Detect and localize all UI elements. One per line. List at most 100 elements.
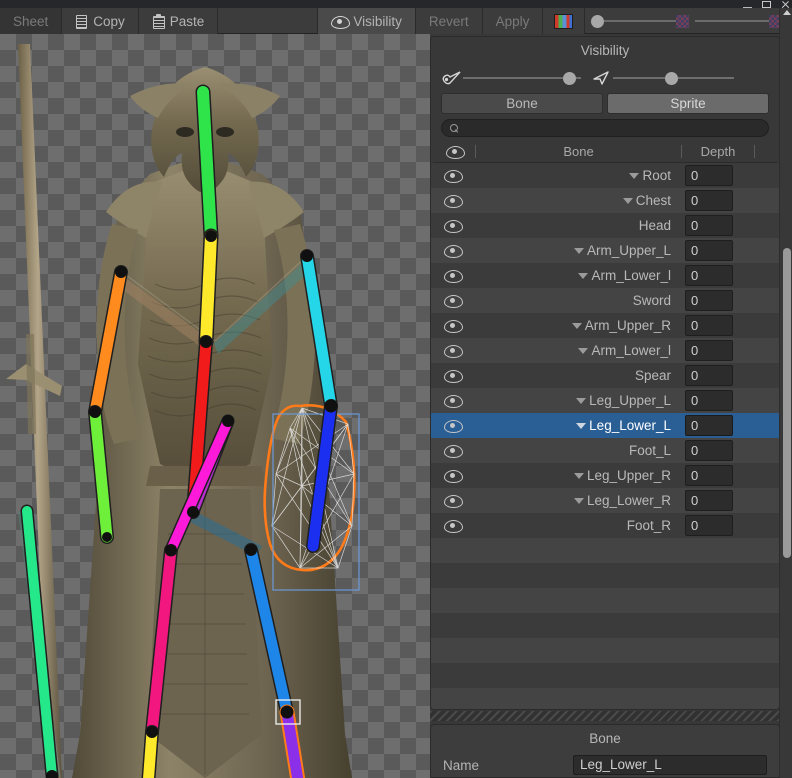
expand-caret-icon[interactable] bbox=[574, 472, 584, 479]
row-depth-cell[interactable]: 0 bbox=[683, 340, 755, 361]
bone-opacity-knob[interactable] bbox=[563, 71, 576, 85]
depth-input[interactable]: 0 bbox=[685, 465, 733, 486]
paste-button[interactable]: Paste bbox=[138, 8, 219, 34]
row-depth-cell[interactable]: 0 bbox=[683, 190, 755, 211]
depth-input[interactable]: 0 bbox=[685, 165, 733, 186]
scroll-up-icon[interactable] bbox=[783, 10, 791, 15]
depth-input[interactable]: 0 bbox=[685, 215, 733, 236]
expand-caret-icon[interactable] bbox=[572, 322, 582, 329]
depth-input[interactable]: 0 bbox=[685, 265, 733, 286]
row-visibility-toggle[interactable] bbox=[431, 320, 473, 333]
row-depth-cell[interactable]: 0 bbox=[683, 290, 755, 311]
row-visibility-toggle[interactable] bbox=[431, 470, 473, 483]
row-bone-name-cell[interactable]: Leg_Upper_R bbox=[473, 463, 683, 488]
row-visibility-toggle[interactable] bbox=[431, 170, 473, 183]
row-depth-cell[interactable]: 0 bbox=[683, 440, 755, 461]
row-visibility-toggle[interactable] bbox=[431, 520, 473, 533]
column-header-depth[interactable]: Depth bbox=[682, 144, 754, 159]
row-bone-name-cell[interactable]: Foot_R bbox=[473, 513, 683, 538]
row-bone-name-cell[interactable]: Sword bbox=[473, 288, 683, 313]
row-bone-name-cell[interactable]: Arm_Upper_R bbox=[473, 313, 683, 338]
row-depth-cell[interactable]: 0 bbox=[683, 165, 755, 186]
row-visibility-toggle[interactable] bbox=[431, 395, 473, 408]
expand-caret-icon[interactable] bbox=[578, 347, 588, 354]
row-bone-name-cell[interactable]: Chest bbox=[473, 188, 683, 213]
row-depth-cell[interactable]: 0 bbox=[683, 265, 755, 286]
depth-input[interactable]: 0 bbox=[685, 390, 733, 411]
row-depth-cell[interactable]: 0 bbox=[683, 215, 755, 236]
depth-input[interactable]: 0 bbox=[685, 290, 733, 311]
row-visibility-toggle[interactable] bbox=[431, 345, 473, 358]
expand-caret-icon[interactable] bbox=[623, 197, 633, 204]
table-row[interactable]: Arm_Lower_l 0 bbox=[431, 338, 779, 363]
sheet-button[interactable]: Sheet bbox=[0, 8, 63, 34]
row-bone-name-cell[interactable]: Leg_Lower_R bbox=[473, 488, 683, 513]
scrollbar-thumb[interactable] bbox=[783, 248, 791, 558]
row-visibility-toggle[interactable] bbox=[431, 495, 473, 508]
table-row[interactable]: Arm_Upper_R 0 bbox=[431, 313, 779, 338]
table-row[interactable]: Arm_Upper_L 0 bbox=[431, 238, 779, 263]
bone-name-field[interactable]: Leg_Lower_L bbox=[573, 755, 767, 775]
depth-input[interactable]: 0 bbox=[685, 240, 733, 261]
row-depth-cell[interactable]: 0 bbox=[683, 315, 755, 336]
table-row[interactable]: Root 0 bbox=[431, 163, 779, 188]
row-visibility-toggle[interactable] bbox=[431, 195, 473, 208]
toolbar-slider-a[interactable] bbox=[585, 8, 695, 34]
row-bone-name-cell[interactable]: Arm_Lower_l bbox=[473, 338, 683, 363]
tab-bone[interactable]: Bone bbox=[441, 93, 603, 114]
sprite-canvas[interactable] bbox=[0, 34, 430, 778]
row-visibility-toggle[interactable] bbox=[431, 295, 473, 308]
copy-button[interactable]: Copy bbox=[62, 8, 139, 34]
row-bone-name-cell[interactable]: Leg_Upper_L bbox=[473, 388, 683, 413]
slider-a-track[interactable] bbox=[604, 20, 677, 22]
table-row[interactable]: Foot_L 0 bbox=[431, 438, 779, 463]
depth-input[interactable]: 0 bbox=[685, 440, 733, 461]
row-bone-name-cell[interactable]: Leg_Lower_L bbox=[473, 413, 683, 438]
tab-sprite[interactable]: Sprite bbox=[607, 93, 769, 114]
table-row[interactable]: Head 0 bbox=[431, 213, 779, 238]
expand-caret-icon[interactable] bbox=[629, 172, 639, 179]
row-bone-name-cell[interactable]: Arm_Upper_L bbox=[473, 238, 683, 263]
row-visibility-toggle[interactable] bbox=[431, 370, 473, 383]
sprite-opacity-knob[interactable] bbox=[665, 71, 678, 85]
row-visibility-toggle[interactable] bbox=[431, 220, 473, 233]
bone-opacity-track[interactable] bbox=[463, 77, 563, 79]
expand-caret-icon[interactable] bbox=[576, 422, 586, 429]
column-header-visibility[interactable] bbox=[433, 146, 475, 159]
expand-caret-icon[interactable] bbox=[574, 247, 584, 254]
table-row[interactable]: Foot_R 0 bbox=[431, 513, 779, 538]
depth-input[interactable]: 0 bbox=[685, 515, 733, 536]
row-depth-cell[interactable]: 0 bbox=[683, 365, 755, 386]
row-bone-name-cell[interactable]: Arm_Lower_l bbox=[473, 263, 683, 288]
table-row[interactable]: Arm_Lower_l 0 bbox=[431, 263, 779, 288]
expand-caret-icon[interactable] bbox=[574, 497, 584, 504]
row-depth-cell[interactable]: 0 bbox=[683, 390, 755, 411]
row-visibility-toggle[interactable] bbox=[431, 445, 473, 458]
row-visibility-toggle[interactable] bbox=[431, 270, 473, 283]
table-row[interactable]: Sword 0 bbox=[431, 288, 779, 313]
slider-a-knob[interactable] bbox=[591, 14, 605, 28]
expand-caret-icon[interactable] bbox=[578, 272, 588, 279]
table-row[interactable]: Leg_Lower_R 0 bbox=[431, 488, 779, 513]
row-depth-cell[interactable]: 0 bbox=[683, 515, 755, 536]
row-depth-cell[interactable]: 0 bbox=[683, 415, 755, 436]
visibility-toggle-button[interactable]: Visibility bbox=[318, 8, 416, 34]
depth-input[interactable]: 0 bbox=[685, 415, 733, 436]
minimize-icon[interactable] bbox=[743, 1, 752, 8]
row-bone-name-cell[interactable]: Head bbox=[473, 213, 683, 238]
table-row[interactable]: Spear 0 bbox=[431, 363, 779, 388]
search-input[interactable] bbox=[464, 122, 760, 134]
row-depth-cell[interactable]: 0 bbox=[683, 240, 755, 261]
expand-caret-icon[interactable] bbox=[576, 397, 586, 404]
column-header-bone[interactable]: Bone bbox=[476, 144, 681, 159]
bone-opacity-track-right[interactable] bbox=[576, 77, 581, 79]
revert-button[interactable]: Revert bbox=[415, 8, 483, 34]
row-bone-name-cell[interactable]: Foot_L bbox=[473, 438, 683, 463]
sprite-opacity-track[interactable] bbox=[613, 77, 665, 79]
sprite-opacity-track-right[interactable] bbox=[678, 77, 734, 79]
row-depth-cell[interactable]: 0 bbox=[683, 465, 755, 486]
depth-input[interactable]: 0 bbox=[685, 490, 733, 511]
panel-resize-divider[interactable] bbox=[430, 711, 792, 721]
bone-tree[interactable]: Root 0 Chest 0 Head 0 Arm_Upper_L 0 Arm_Lower_l 0… bbox=[431, 163, 779, 709]
depth-input[interactable]: 0 bbox=[685, 365, 733, 386]
